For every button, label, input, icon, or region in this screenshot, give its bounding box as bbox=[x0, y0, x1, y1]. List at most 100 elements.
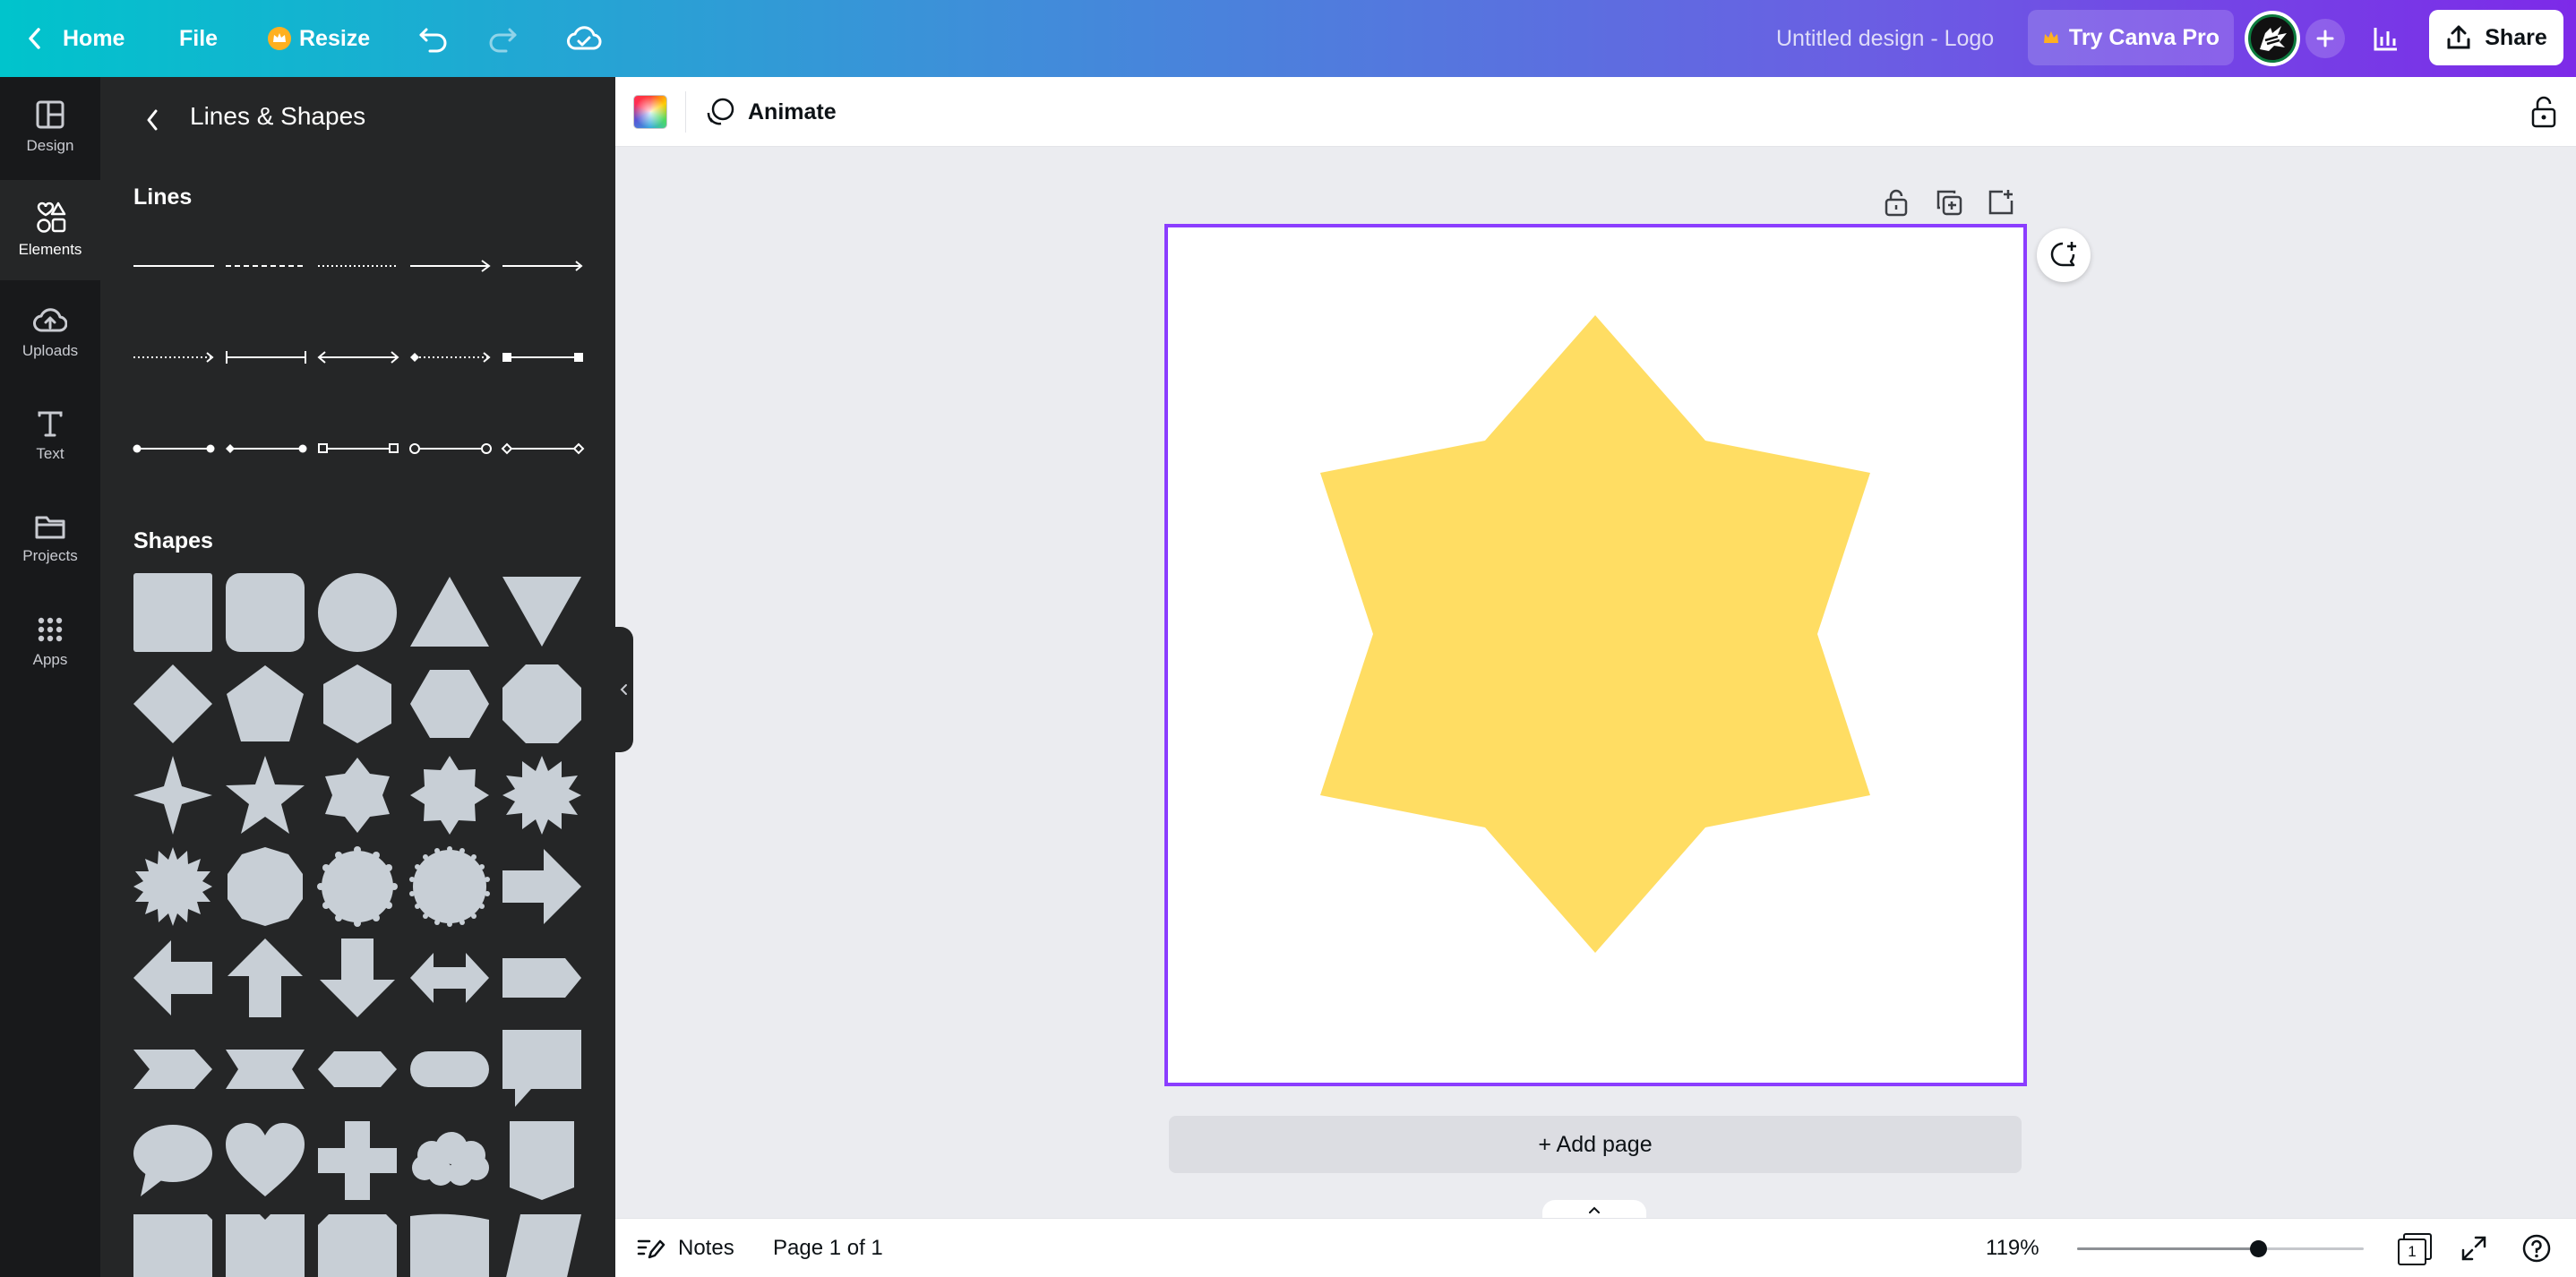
shape-arrow-down[interactable] bbox=[316, 937, 399, 1019]
panel-back-button[interactable] bbox=[142, 106, 163, 139]
lock-button[interactable] bbox=[2529, 95, 2558, 133]
line-open-arrow[interactable] bbox=[501, 248, 585, 284]
shape-square[interactable] bbox=[132, 571, 214, 654]
cloud-save-status[interactable] bbox=[566, 0, 602, 77]
shape-arrow-up[interactable] bbox=[224, 937, 306, 1019]
shape-octagon[interactable] bbox=[501, 663, 583, 745]
design-page[interactable] bbox=[1164, 224, 2027, 1086]
shape-ribbon[interactable] bbox=[224, 1028, 306, 1110]
line-open-square-ends[interactable] bbox=[316, 431, 400, 467]
shape-wave-rect[interactable] bbox=[408, 1211, 491, 1277]
rail-label: Text bbox=[36, 445, 64, 462]
avatar[interactable] bbox=[2245, 11, 2300, 66]
duplicate-page-button[interactable] bbox=[1935, 188, 1963, 221]
shape-cut-corner-rect[interactable] bbox=[316, 1211, 399, 1277]
line-dotted[interactable] bbox=[316, 248, 400, 284]
animate-icon bbox=[707, 98, 734, 125]
page-lock-button[interactable] bbox=[1883, 188, 1910, 221]
add-page-icon-button[interactable] bbox=[1987, 188, 2015, 221]
shape-cloud[interactable] bbox=[408, 1119, 491, 1202]
lock-icon bbox=[2531, 96, 2556, 128]
insights-button[interactable] bbox=[2372, 0, 2400, 77]
shape-arrow-right[interactable] bbox=[501, 845, 583, 928]
design-title[interactable]: Untitled design - Logo bbox=[1776, 0, 1994, 77]
home-button[interactable]: Home bbox=[25, 0, 125, 77]
collapse-panel-handle[interactable] bbox=[615, 627, 633, 752]
line-solid[interactable] bbox=[132, 248, 216, 284]
expand-pages-handle[interactable] bbox=[1542, 1200, 1646, 1220]
shape-folded-rect[interactable] bbox=[132, 1211, 214, 1277]
apps-grid-icon bbox=[38, 617, 63, 642]
rail-item-projects[interactable]: Projects bbox=[0, 489, 100, 589]
page-count-button[interactable]: 1 bbox=[2398, 1233, 2432, 1265]
try-canva-pro-button[interactable]: Try Canva Pro bbox=[2028, 10, 2234, 65]
shape-circle[interactable] bbox=[316, 571, 399, 654]
shape-pill[interactable] bbox=[408, 1028, 491, 1110]
rail-item-apps[interactable]: Apps bbox=[0, 592, 100, 692]
line-diamond-dot[interactable] bbox=[224, 431, 308, 467]
line-dotted-arrow[interactable] bbox=[132, 339, 216, 375]
add-comment-button[interactable] bbox=[2037, 228, 2091, 282]
shape-double-arrow[interactable] bbox=[408, 937, 491, 1019]
line-dashed[interactable] bbox=[224, 248, 308, 284]
shape-triangle[interactable] bbox=[408, 571, 491, 654]
rail-item-design[interactable]: Design bbox=[0, 77, 100, 177]
shape-inverted-triangle[interactable] bbox=[501, 571, 583, 654]
shape-pentagon[interactable] bbox=[224, 663, 306, 745]
add-page-button[interactable]: + Add page bbox=[1169, 1116, 2022, 1173]
shape-12-point-star[interactable] bbox=[501, 754, 583, 836]
line-open-circle-ends[interactable] bbox=[408, 431, 493, 467]
zoom-slider[interactable] bbox=[2077, 1240, 2364, 1257]
shape-notched-rect[interactable] bbox=[224, 1211, 306, 1277]
resize-label: Resize bbox=[299, 25, 371, 51]
panel-title: Lines & Shapes bbox=[190, 102, 366, 130]
line-bar-ends[interactable] bbox=[224, 339, 308, 375]
zoom-level[interactable]: 119% bbox=[1986, 1219, 2039, 1277]
shape-chevron[interactable] bbox=[132, 1028, 214, 1110]
redo-button[interactable] bbox=[486, 0, 519, 77]
shape-speech-bubble-round[interactable] bbox=[132, 1119, 214, 1202]
share-button[interactable]: Share bbox=[2429, 10, 2563, 65]
shape-seal[interactable] bbox=[316, 845, 399, 928]
page-indicator[interactable]: Page 1 of 1 bbox=[773, 1219, 883, 1277]
line-double-arrow[interactable] bbox=[316, 339, 400, 375]
shape-cross[interactable] bbox=[316, 1119, 399, 1202]
shape-4-point-star[interactable] bbox=[132, 754, 214, 836]
zoom-slider-thumb[interactable] bbox=[2249, 1240, 2267, 1257]
shape-elongated-hexagon[interactable] bbox=[316, 1028, 399, 1110]
shape-rounded-square[interactable] bbox=[224, 571, 306, 654]
shape-shield-tag[interactable] bbox=[501, 1119, 583, 1202]
color-swatch-button[interactable] bbox=[633, 95, 667, 129]
shape-8-point-star[interactable] bbox=[408, 754, 491, 836]
shape-pentagon-arrow[interactable] bbox=[501, 937, 583, 1019]
line-diamond-dotted-arrow[interactable] bbox=[408, 339, 493, 375]
shape-starburst[interactable] bbox=[132, 845, 214, 928]
help-button[interactable] bbox=[2521, 1233, 2552, 1268]
resize-button[interactable]: Resize bbox=[267, 0, 370, 77]
shape-parallelogram[interactable] bbox=[501, 1211, 583, 1277]
shape-diamond[interactable] bbox=[132, 663, 214, 745]
file-menu-button[interactable]: File bbox=[179, 0, 218, 77]
shape-6-point-star[interactable] bbox=[316, 754, 399, 836]
rail-item-elements[interactable]: Elements bbox=[0, 180, 100, 280]
shape-hexagon-horizontal[interactable] bbox=[408, 663, 491, 745]
undo-button[interactable] bbox=[417, 0, 450, 77]
shape-arrow-left[interactable] bbox=[132, 937, 214, 1019]
line-arrow[interactable] bbox=[408, 248, 493, 284]
shape-scalloped-circle[interactable] bbox=[408, 845, 491, 928]
shape-hexagon-vertical[interactable] bbox=[316, 663, 399, 745]
shape-5-point-star[interactable] bbox=[224, 754, 306, 836]
line-square-ends[interactable] bbox=[501, 339, 585, 375]
line-open-diamond-ends[interactable] bbox=[501, 431, 585, 467]
shape-heart[interactable] bbox=[224, 1119, 306, 1202]
fullscreen-button[interactable] bbox=[2460, 1235, 2487, 1266]
rail-item-text[interactable]: Text bbox=[0, 386, 100, 486]
shape-speech-bubble-rect[interactable] bbox=[501, 1028, 583, 1110]
rail-item-uploads[interactable]: Uploads bbox=[0, 283, 100, 383]
shape-decagon[interactable] bbox=[224, 845, 306, 928]
notes-button[interactable]: Notes bbox=[637, 1219, 734, 1277]
six-point-star-shape[interactable] bbox=[1168, 227, 2023, 1083]
animate-button[interactable]: Animate bbox=[705, 77, 837, 147]
add-collaborator-button[interactable] bbox=[2306, 0, 2345, 77]
line-dot-ends[interactable] bbox=[132, 431, 216, 467]
